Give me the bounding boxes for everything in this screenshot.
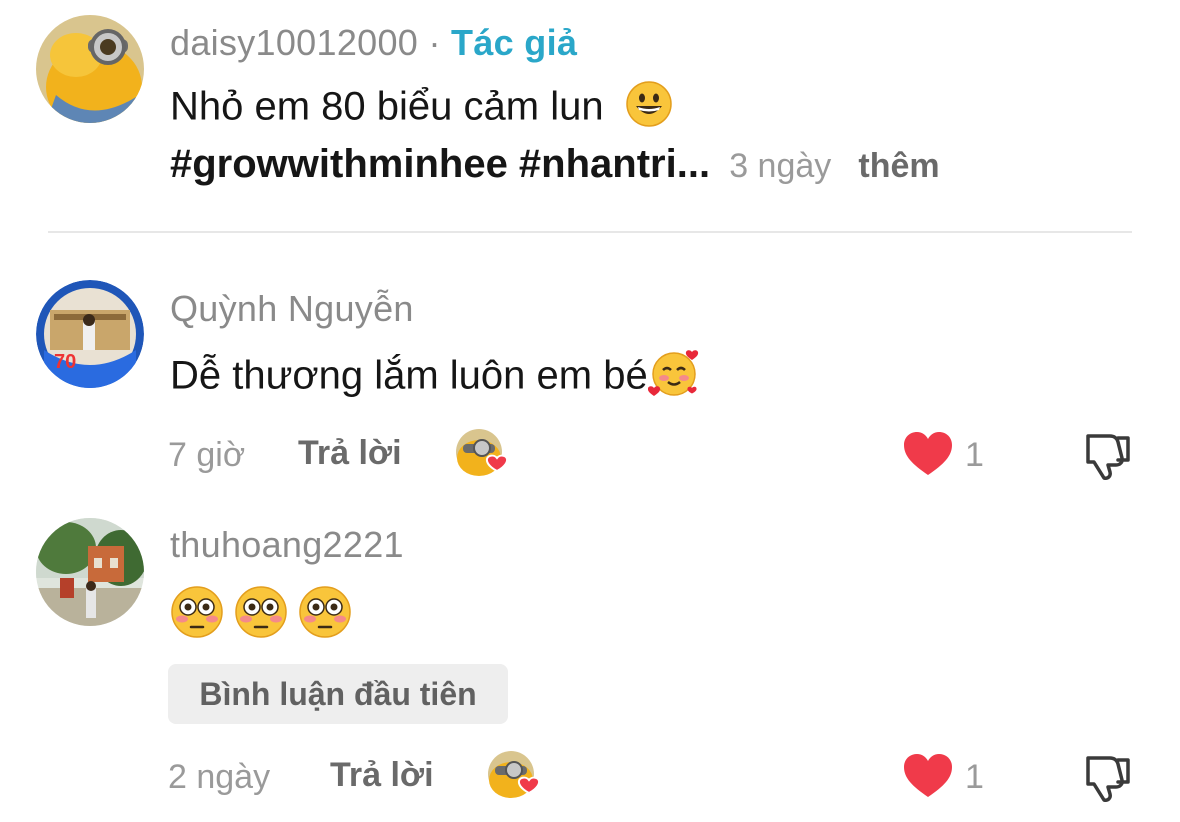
author-tag: Tác giả <box>451 22 578 63</box>
svg-text:70: 70 <box>54 351 76 373</box>
flushed-face-icon <box>298 585 352 641</box>
reply-button[interactable]: Trả lời <box>298 434 402 473</box>
divider <box>48 231 1132 233</box>
comment-time: 2 ngày <box>168 758 271 796</box>
creator-liked-avatar <box>487 750 543 802</box>
first-comment-badge: Bình luận đầu tiên <box>168 664 508 724</box>
emoji-row <box>170 585 352 641</box>
comment-time: 7 giờ <box>168 436 246 474</box>
like-count: 1 <box>965 436 984 474</box>
dislike-icon[interactable] <box>1082 430 1134 482</box>
author-avatar[interactable] <box>36 15 144 123</box>
like-count: 1 <box>965 758 984 796</box>
dislike-icon[interactable] <box>1082 752 1134 804</box>
heart-icon[interactable] <box>902 753 954 801</box>
flushed-face-icon <box>234 585 288 641</box>
commenter-username[interactable]: thuhoang2221 <box>170 524 404 566</box>
see-more-link[interactable]: thêm <box>858 147 939 185</box>
caption-hashtags[interactable]: #growwithminhee #nhantri... <box>170 142 710 186</box>
caption-line-2: #growwithminhee #nhantri... 3 ngày thêm <box>170 142 940 187</box>
caption-line-1: Nhỏ em 80 biểu cảm lun <box>170 80 673 138</box>
commenter-avatar[interactable]: 70 <box>36 280 144 388</box>
author-username[interactable]: daisy10012000 <box>170 22 418 63</box>
caption-time: 3 ngày <box>729 147 832 185</box>
smiling-face-with-hearts-icon <box>647 348 702 408</box>
commenter-username[interactable]: Quỳnh Nguyễn <box>170 288 414 330</box>
caption-text: Nhỏ em 80 biểu cảm lun <box>170 84 604 129</box>
reply-button[interactable]: Trả lời <box>330 756 434 795</box>
commenter-avatar[interactable] <box>36 518 144 626</box>
heart-icon[interactable] <box>902 431 954 479</box>
flushed-face-icon <box>170 585 224 641</box>
comment-text-line: Dễ thương lắm luôn em bé <box>170 348 702 408</box>
creator-liked-avatar <box>455 428 511 480</box>
comment-text: Dễ thương lắm luôn em bé <box>170 353 648 398</box>
grinning-face-icon <box>625 80 673 138</box>
author-username-line: daisy10012000 · Tác giả <box>170 22 577 64</box>
username-separator: · <box>428 22 441 63</box>
